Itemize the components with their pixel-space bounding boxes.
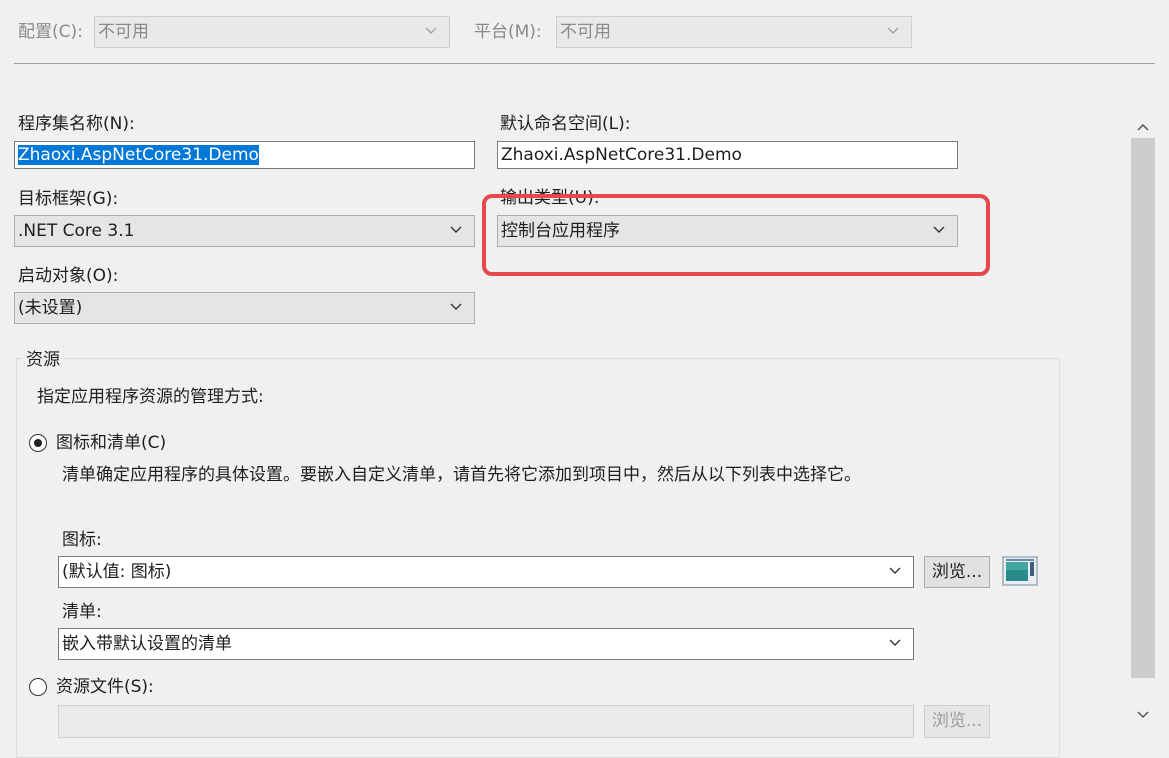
vertical-scrollbar[interactable] xyxy=(1131,108,1155,726)
resource-file-option-label[interactable]: 资源文件(S): xyxy=(56,676,154,698)
icon-preview-icon xyxy=(1002,556,1038,586)
config-label: 配置(C): xyxy=(18,22,83,42)
default-namespace-label: 默认命名空间(L): xyxy=(500,114,631,134)
startup-object-label: 启动对象(O): xyxy=(18,266,119,286)
assembly-name-value: Zhaoxi.AspNetCore31.Demo xyxy=(18,145,259,165)
target-framework-dropdown[interactable]: .NET Core 3.1 xyxy=(14,215,475,247)
chevron-down-icon xyxy=(887,17,901,47)
config-dropdown[interactable]: 不可用 xyxy=(94,16,450,48)
platform-label: 平台(M): xyxy=(474,22,542,42)
manifest-label: 清单: xyxy=(62,602,102,622)
manifest-dropdown[interactable]: 嵌入带默认设置的清单 xyxy=(58,628,914,660)
icon-label: 图标: xyxy=(62,530,102,550)
assembly-name-input[interactable]: Zhaoxi.AspNetCore31.Demo xyxy=(14,141,475,169)
chevron-down-icon xyxy=(450,293,464,323)
target-framework-label: 目标框架(G): xyxy=(18,189,119,209)
scrollbar-thumb[interactable] xyxy=(1131,138,1155,678)
chevron-down-icon xyxy=(425,17,439,47)
resources-description: 指定应用程序资源的管理方式: xyxy=(37,387,264,407)
icon-value: (默认值: 图标) xyxy=(62,562,172,582)
icon-manifest-radio[interactable] xyxy=(29,434,47,452)
icon-browse-button[interactable]: 浏览... xyxy=(924,556,990,588)
icon-dropdown[interactable]: (默认值: 图标) xyxy=(58,556,914,588)
startup-object-dropdown[interactable]: (未设置) xyxy=(14,292,475,324)
resource-file-input[interactable] xyxy=(58,705,914,738)
target-framework-value: .NET Core 3.1 xyxy=(18,221,135,241)
scroll-up-arrow-icon[interactable] xyxy=(1137,116,1149,136)
output-type-highlight-annotation xyxy=(482,194,990,276)
icon-manifest-help-text: 清单确定应用程序的具体设置。要嵌入自定义清单，请首先将它添加到项目中，然后从以下… xyxy=(62,465,861,485)
platform-dropdown[interactable]: 不可用 xyxy=(556,16,912,48)
resource-file-browse-button[interactable]: 浏览... xyxy=(924,705,990,738)
config-value: 不可用 xyxy=(98,22,149,42)
icon-manifest-option-label[interactable]: 图标和清单(C) xyxy=(56,432,166,454)
toolbar-divider xyxy=(14,63,1155,64)
chevron-down-icon xyxy=(889,557,903,587)
assembly-name-label: 程序集名称(N): xyxy=(18,114,135,134)
platform-value: 不可用 xyxy=(560,22,611,42)
chevron-down-icon xyxy=(889,629,903,659)
resources-group-title: 资源 xyxy=(22,349,64,371)
startup-object-value: (未设置) xyxy=(18,298,83,318)
chevron-down-icon xyxy=(450,216,464,246)
default-namespace-value: Zhaoxi.AspNetCore31.Demo xyxy=(501,145,742,165)
scroll-down-arrow-icon[interactable] xyxy=(1137,704,1149,724)
radio-selected-dot xyxy=(33,438,42,447)
resource-file-radio[interactable] xyxy=(29,678,47,696)
manifest-value: 嵌入带默认设置的清单 xyxy=(62,634,232,654)
default-namespace-input[interactable]: Zhaoxi.AspNetCore31.Demo xyxy=(497,141,958,169)
